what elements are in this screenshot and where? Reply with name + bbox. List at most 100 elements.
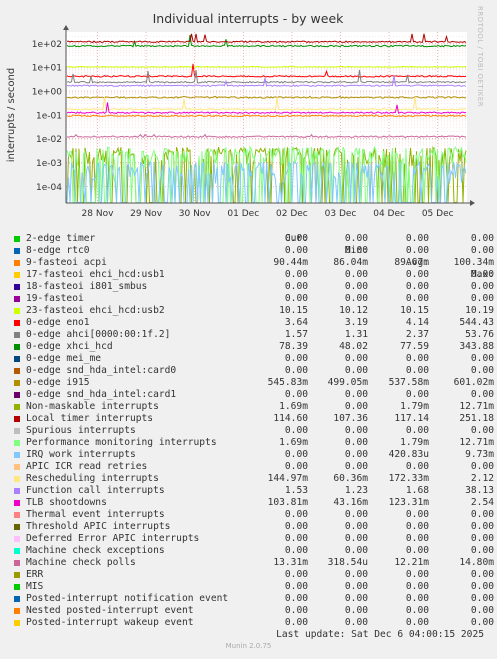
legend-row: 0-edge mei_me 0.00 0.00 0.00 0.00 <box>12 353 494 365</box>
legend-cur: 13.31m <box>273 557 308 568</box>
legend-cur: 0.00 <box>284 617 308 628</box>
legend-max: 0.00 <box>470 617 494 628</box>
legend-cur: 0.00 <box>284 365 308 376</box>
legend-swatch <box>14 572 20 578</box>
legend-max: 0.00 <box>470 521 494 532</box>
legend-row: 2-edge timer 0.00 0.00 0.00 0.00 <box>12 233 494 245</box>
y-tick-label: 1e+02 <box>32 40 62 50</box>
legend-cur: 3.64 <box>284 317 308 328</box>
legend-swatch <box>14 548 20 554</box>
legend-avg: 2.37 <box>405 329 429 340</box>
legend-swatch <box>14 380 20 386</box>
legend-cur: 0.00 <box>284 269 308 280</box>
legend-min: 60.36m <box>333 473 368 484</box>
legend-avg: 0.00 <box>405 425 429 436</box>
legend-swatch <box>14 236 20 242</box>
legend-label: 0-edge snd_hda_intel:card0 <box>26 365 177 376</box>
legend-swatch <box>14 356 20 362</box>
y-ticks: 1e-04 1e-03 1e-02 1e-01 1e+00 1e+01 1e+02 <box>32 40 63 193</box>
legend-cur: 0.00 <box>284 593 308 604</box>
legend-cur: 0.00 <box>284 605 308 616</box>
legend-swatch <box>14 476 20 482</box>
legend-min: 107.36 <box>333 413 368 424</box>
legend-avg: 0.00 <box>405 269 429 280</box>
legend-max: 0.00 <box>470 509 494 520</box>
legend-avg: 0.00 <box>405 365 429 376</box>
legend-row: Function call interrupts 1.53 1.23 1.68 38.1… <box>12 485 494 497</box>
legend-swatch <box>14 368 20 374</box>
legend-row: 9-fasteoi acpi 90.44m 86.04m 89.67m 100.34m <box>12 257 494 269</box>
legend-max: 0.00 <box>470 281 494 292</box>
legend-swatch <box>14 560 20 566</box>
legend-avg: 0.00 <box>405 593 429 604</box>
legend-min: 0.00 <box>344 437 368 448</box>
legend-swatch <box>14 296 20 302</box>
y-tick-label: 1e-01 <box>36 111 62 121</box>
y-axis-label: interrupts / second <box>6 68 17 162</box>
legend-min: 0.00 <box>344 269 368 280</box>
legend-max: 2.12 <box>470 473 494 484</box>
legend-avg: 537.58m <box>388 377 429 388</box>
legend-label: 0-edge ahci[0000:00:1f.2] <box>26 329 171 340</box>
legend-row: 0-edge snd_hda_intel:card0 0.00 0.00 0.00 0.… <box>12 365 494 377</box>
legend-avg: 117.14 <box>394 413 429 424</box>
legend-avg: 0.00 <box>405 281 429 292</box>
legend-label: 0-edge snd_hda_intel:card1 <box>26 389 177 400</box>
legend-row: Posted-interrupt notification event 0.00 0… <box>12 593 494 605</box>
legend-max: 0.00 <box>470 365 494 376</box>
y-tick-label: 1e+01 <box>32 64 62 74</box>
legend-row: Rescheduling interrupts 144.97m 60.36m 172.… <box>12 473 494 485</box>
legend-swatch <box>14 584 20 590</box>
x-tick-label: 05 Dec <box>422 209 454 219</box>
legend-max: 0.00 <box>470 581 494 592</box>
legend-swatch <box>14 332 20 338</box>
legend-max: 601.02m <box>453 377 494 388</box>
legend-swatch <box>14 308 20 314</box>
legend-label: MIS <box>26 581 44 592</box>
legend-header: Cur: Min: Avg: Max: <box>12 221 494 280</box>
legend-max: 0.00 <box>470 389 494 400</box>
legend-min: 43.16m <box>333 497 368 508</box>
legend-label: 23-fasteoi ehci_hcd:usb2 <box>26 305 165 316</box>
legend-avg: 1.79m <box>400 401 429 412</box>
legend-min: 0.00 <box>344 449 368 460</box>
legend-swatch <box>14 596 20 602</box>
legend-max: 0.00 <box>470 545 494 556</box>
legend-label: 0-edge i915 <box>26 377 90 388</box>
legend-row: Thermal event interrupts 0.00 0.00 0.00 0.00 <box>12 509 494 521</box>
legend-swatch <box>14 500 20 506</box>
legend-max: 10.19 <box>465 305 494 316</box>
legend-max: 0.00 <box>470 353 494 364</box>
legend-min: 499.05m <box>327 377 368 388</box>
legend-swatch <box>14 248 20 254</box>
y-tick-label: 1e+00 <box>32 88 63 98</box>
legend-table: Cur: Min: Avg: Max: 2-edge timer 0.00 0.00… <box>12 221 494 629</box>
legend-swatch <box>14 272 20 278</box>
legend-cur: 0.00 <box>284 569 308 580</box>
legend-label: Performance monitoring interrupts <box>26 437 217 448</box>
legend-row: Performance monitoring interrupts 1.69m 0.… <box>12 437 494 449</box>
legend-avg: 0.00 <box>405 581 429 592</box>
legend-avg: 0.00 <box>405 461 429 472</box>
legend-label: 9-fasteoi acpi <box>26 257 107 268</box>
legend-cur: 10.15 <box>279 305 308 316</box>
legend-min: 318.54u <box>327 557 368 568</box>
legend-min: 0.00 <box>344 281 368 292</box>
legend-max: 0.00 <box>470 245 494 256</box>
legend-row: Machine check exceptions 0.00 0.00 0.00 0.00 <box>12 545 494 557</box>
interrupts-chart: Individual interrupts - by week interrup… <box>6 11 475 219</box>
legend-max: 14.80m <box>459 557 494 568</box>
legend-label: TLB shootdowns <box>26 497 107 508</box>
legend-min: 0.00 <box>344 617 368 628</box>
legend-min: 1.23 <box>344 485 368 496</box>
legend-label: Nested posted-interrupt event <box>26 605 194 616</box>
legend-label: Spurious interrupts <box>26 425 136 436</box>
legend-max: 100.34m <box>453 257 494 268</box>
legend-max: 12.71m <box>459 401 494 412</box>
footer: Munin 2.0.75 <box>225 642 272 650</box>
legend-cur: 0.00 <box>284 533 308 544</box>
legend-min: 0.00 <box>344 233 368 244</box>
legend-row: TLB shootdowns 103.81m 43.16m 123.31m 2.54 <box>12 497 494 509</box>
legend-row: Spurious interrupts 0.00 0.00 0.00 0.00 <box>12 425 494 437</box>
legend-min: 0.00 <box>344 521 368 532</box>
